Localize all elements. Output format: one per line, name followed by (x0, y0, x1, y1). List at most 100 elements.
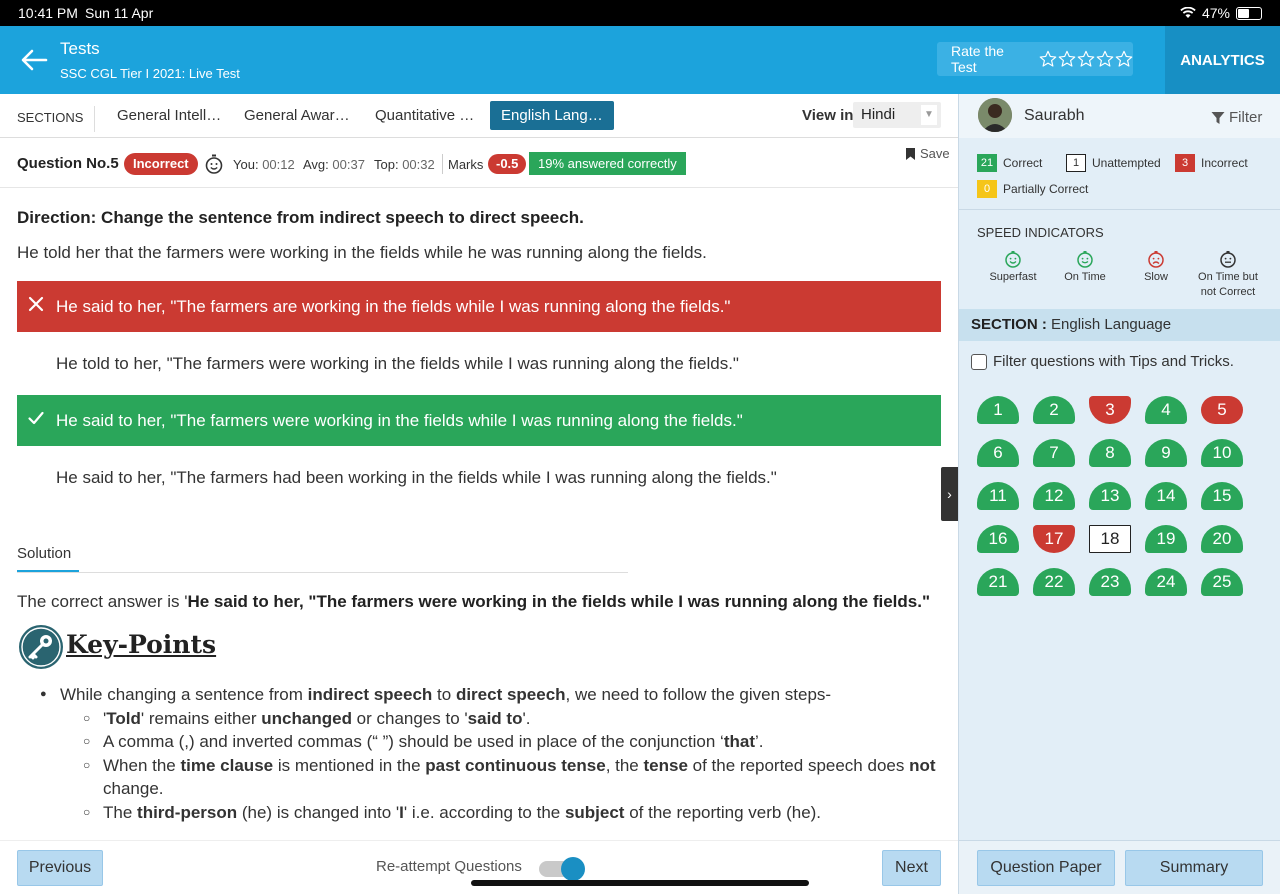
star-icon[interactable] (1058, 50, 1076, 68)
list-item: 'Told' remains either unchanged or chang… (40, 707, 940, 731)
chevron-down-icon: ▼ (921, 105, 937, 125)
wifi-icon (1180, 7, 1196, 18)
analytics-panel: Saurabh Filter 21 Correct 1 Unattempted 3I… (958, 94, 1280, 894)
option-2[interactable]: He told to her, "The farmers were workin… (17, 338, 941, 389)
question-number-button[interactable]: 25 (1201, 568, 1243, 596)
status-date: Sun 11 Apr (85, 5, 154, 21)
direction-text: Direction: Change the sentence from indi… (17, 208, 584, 227)
list-item: A comma (,) and inverted commas (“ ”) sh… (40, 730, 940, 754)
rating-stars[interactable] (1039, 50, 1133, 68)
legend-unattempted: 1 Unattempted (1066, 154, 1161, 172)
speed-indicators-title: SPEED INDICATORS (977, 225, 1104, 240)
question-number-button[interactable]: 10 (1201, 439, 1243, 467)
speed-on-time: On Time (1045, 250, 1125, 285)
on-time-icon (1077, 251, 1093, 268)
previous-button[interactable]: Previous (17, 850, 103, 886)
battery-icon (1236, 6, 1262, 20)
panel-toggle-chevron-icon[interactable]: › (941, 467, 958, 521)
question-number-button[interactable]: 2 (1033, 396, 1075, 424)
filter-button[interactable]: Filter (1211, 109, 1262, 126)
star-icon[interactable] (1096, 50, 1114, 68)
question-number-button[interactable]: 20 (1201, 525, 1243, 553)
question-number-button[interactable]: 8 (1089, 439, 1131, 467)
checkbox[interactable] (971, 353, 987, 370)
question-number-button[interactable]: 5 (1201, 396, 1243, 424)
option-text: He told to her, "The farmers were workin… (56, 353, 739, 373)
question-number-button[interactable]: 19 (1145, 525, 1187, 553)
tab-quantitative[interactable]: Quantitative … (364, 101, 485, 130)
tips-filter-checkbox[interactable]: Filter questions with Tips and Tricks. (971, 353, 1234, 370)
question-number-button[interactable]: 21 (977, 568, 1019, 596)
star-icon[interactable] (1115, 50, 1133, 68)
reattempt-label: Re-attempt Questions (376, 858, 522, 875)
status-badge: Incorrect (124, 153, 198, 175)
summary-button[interactable]: Summary (1125, 850, 1263, 886)
key-points-title: Key-Points (66, 630, 217, 659)
save-button[interactable]: Save (905, 146, 950, 161)
question-paper-button[interactable]: Question Paper (977, 850, 1115, 886)
key-points-list: While changing a sentence from indirect … (40, 683, 940, 824)
next-button[interactable]: Next (882, 850, 941, 886)
tab-general-intelligence[interactable]: General Intell… (106, 101, 232, 130)
solution-tab[interactable]: Solution (17, 545, 71, 562)
question-number-button[interactable]: 17 (1033, 525, 1075, 553)
back-arrow-icon[interactable] (18, 44, 50, 76)
sections-label: SECTIONS (17, 110, 84, 125)
question-number-button[interactable]: 13 (1089, 482, 1131, 510)
home-indicator (471, 880, 809, 886)
stopwatch-icon (205, 154, 223, 174)
answered-correctly-badge: 19% answered correctly (529, 152, 686, 175)
question-number-button[interactable]: 24 (1145, 568, 1187, 596)
filter-label: Filter (1229, 109, 1263, 126)
sections-bar: SECTIONS General Intell… General Awar… Q… (0, 94, 958, 138)
correct-answer-text: The correct answer is 'He said to her, "… (17, 592, 931, 611)
question-number-button[interactable]: 14 (1145, 482, 1187, 510)
question-number-button[interactable]: 4 (1145, 396, 1187, 424)
tab-english-language[interactable]: English Lang… (490, 101, 614, 130)
status-time: 10:41 PM (18, 5, 78, 21)
rate-test-label: Rate the Test (951, 43, 1004, 75)
marks-badge: -0.5 (488, 154, 527, 174)
option-3[interactable]: He said to her, "The farmers were workin… (17, 395, 941, 446)
header-title: Tests (60, 39, 100, 58)
time-top: Top: 00:32 (374, 157, 435, 172)
question-number-button[interactable]: 15 (1201, 482, 1243, 510)
option-4[interactable]: He said to her, "The farmers had been wo… (17, 452, 941, 503)
question-number-button[interactable]: 3 (1089, 396, 1131, 424)
key-icon (19, 625, 63, 669)
list-item: When the time clause is mentioned in the… (40, 754, 940, 801)
question-text: He told her that the farmers were workin… (17, 243, 707, 262)
star-icon[interactable] (1039, 50, 1057, 68)
bookmark-icon (906, 147, 915, 160)
question-number-button[interactable]: 7 (1033, 439, 1075, 467)
question-info-bar: Question No.5 Incorrect You: 00:12 Avg: … (0, 138, 958, 188)
analytics-button[interactable]: ANALYTICS (1165, 26, 1280, 94)
speed-on-time-not-correct: On Time but not Correct (1188, 250, 1268, 300)
reattempt-toggle[interactable] (539, 857, 587, 881)
battery-percent: 47% (1201, 5, 1230, 21)
option-1[interactable]: He said to her, "The farmers are working… (17, 281, 941, 332)
question-number-button[interactable]: 23 (1089, 568, 1131, 596)
question-number-button[interactable]: 16 (977, 525, 1019, 553)
marks-label: Marks (448, 157, 484, 172)
language-select[interactable]: Hindi ▼ (853, 102, 941, 128)
save-label: Save (920, 146, 950, 161)
tips-filter-label: Filter questions with Tips and Tricks. (993, 353, 1234, 370)
slow-icon (1148, 251, 1164, 268)
question-number-button[interactable]: 18 (1089, 525, 1131, 553)
question-number: Question No.5 (17, 155, 119, 172)
panel-footer: Question Paper Summary (959, 840, 1280, 894)
option-text: He said to her, "The farmers were workin… (56, 410, 743, 430)
tab-general-awareness[interactable]: General Awar… (233, 101, 361, 130)
star-icon[interactable] (1077, 50, 1095, 68)
rate-test-box: Rate the Test (937, 42, 1133, 76)
question-number-button[interactable]: 11 (977, 482, 1019, 510)
question-number-button[interactable]: 22 (1033, 568, 1075, 596)
view-in-label: View in (802, 107, 854, 124)
question-number-button[interactable]: 1 (977, 396, 1019, 424)
question-number-button[interactable]: 12 (1033, 482, 1075, 510)
question-number-button[interactable]: 9 (1145, 439, 1187, 467)
on-time-not-correct-icon (1220, 251, 1236, 268)
question-number-button[interactable]: 6 (977, 439, 1019, 467)
option-text: He said to her, "The farmers are working… (56, 296, 731, 316)
